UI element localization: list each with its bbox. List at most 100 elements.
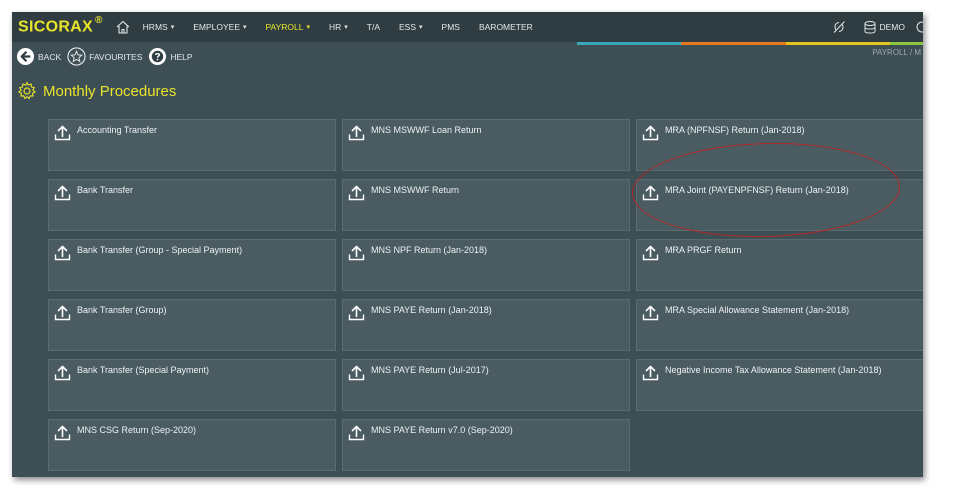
menu-label: ESS [399,22,417,32]
procedure-tile[interactable]: MNS PAYE Return v7.0 (Sep-2020) [342,419,630,471]
upload-icon [54,305,71,321]
procedure-tile[interactable]: Accounting Transfer [48,119,336,171]
menu-hrms[interactable]: HRMS ▾ [143,22,175,32]
procedure-label: Negative Income Tax Allowance Statement … [665,365,882,375]
upload-icon [54,185,71,201]
procedure-label: MNS CSG Return (Sep-2020) [77,425,197,435]
upload-icon [642,305,659,321]
power-icon[interactable] [915,20,923,34]
procedure-tile[interactable]: MRA Special Allowance Statement (Jan-201… [636,299,923,351]
back-arrow-icon [16,47,35,66]
procedure-tile[interactable]: MRA PRGF Return [636,239,923,291]
page-title: Monthly Procedures [17,81,176,101]
main-menu: HRMS ▾ EMPLOYEE ▾ PAYROLL ▾ HR ▾ T/A ESS ▾ PMS BAROM… [143,22,552,32]
upload-icon [642,365,659,381]
procedure-label: MNS PAYE Return (Jul-2017) [371,365,489,375]
caret-down-icon: ▾ [344,24,348,31]
help-label: HELP [170,51,193,62]
page-title-text: Monthly Procedures [43,82,177,100]
upload-icon [348,425,365,441]
menu-label: BAROMETER [478,22,533,32]
menu-ess[interactable]: ESS ▾ [399,22,423,32]
upload-icon [642,125,659,141]
procedure-tile[interactable]: MRA (NPFNSF) Return (Jan-2018) [636,119,923,171]
nav-right: DEMO [832,12,923,42]
procedure-tile[interactable]: MNS NPF Return (Jan-2018) [342,239,630,291]
upload-icon [348,245,365,261]
home-icon[interactable] [115,19,131,35]
procedure-label: MRA (NPFNSF) Return (Jan-2018) [665,125,805,135]
gear-icon [18,81,36,100]
menu-employee[interactable]: EMPLOYEE ▾ [193,22,246,32]
procedure-label: Bank Transfer (Group) [77,305,167,315]
caret-down-icon: ▾ [306,24,310,31]
menu-barometer[interactable]: BAROMETER [479,22,533,32]
upload-icon [54,425,71,441]
database-icon [864,20,875,33]
menu-label: T/A [366,22,381,32]
procedure-label: Accounting Transfer [77,125,158,135]
procedure-label: MRA PRGF Return [665,245,742,255]
menu-payroll[interactable]: PAYROLL ▾ [266,22,310,32]
accent-bar-yellow [786,42,890,45]
procedure-tile[interactable]: MNS MSWWF Loan Return [342,119,630,171]
menu-t-a[interactable]: T/A [367,22,380,32]
procedure-tile[interactable]: Bank Transfer (Group) [48,299,336,351]
menu-label: HRMS [142,22,168,32]
menu-pms[interactable]: PMS [442,22,460,32]
caret-down-icon: ▾ [170,24,175,31]
caret-down-icon: ▾ [243,24,247,31]
procedure-tile[interactable]: Bank Transfer [48,179,336,231]
procedure-label: MNS MSWWF Loan Return [371,125,482,135]
brand-logo[interactable]: SICORAX ® [18,15,103,36]
procedure-label: Bank Transfer (Group - Special Payment) [77,245,243,255]
caret-down-icon: ▾ [419,24,423,31]
upload-icon [54,125,71,141]
procedure-tile[interactable]: MNS PAYE Return (Jan-2018) [342,299,630,351]
upload-icon [642,245,659,261]
procedure-tile[interactable]: MNS CSG Return (Sep-2020) [48,419,336,471]
procedure-label: MNS MSWWF Return [371,185,460,195]
upload-icon [54,365,71,381]
upload-icon [348,365,365,381]
upload-icon [54,245,71,261]
procedure-label: MRA Special Allowance Statement (Jan-201… [665,305,850,315]
upload-icon [348,305,365,321]
breadcrumb[interactable]: PAYROLL / M [872,48,921,57]
procedure-label: Bank Transfer (Special Payment) [77,365,210,375]
app-window: SICORAX ® HRMS ▾ EMPLOYEE ▾ PAYROLL ▾ HR ▾ T/A ESS… [12,12,923,477]
accent-bar-green [890,42,923,45]
menu-label: PMS [441,22,460,32]
star-icon [67,47,86,66]
upload-icon [348,125,365,141]
procedure-tile[interactable]: MRA Joint (PAYENPFNSF) Return (Jan-2018) [636,179,923,231]
procedure-tile[interactable]: MNS PAYE Return (Jul-2017) [342,359,630,411]
help-button[interactable]: HELP [148,47,193,66]
favourites-button[interactable]: FAVOURITES [67,47,142,66]
back-button[interactable]: BACK [16,47,61,66]
menu-label: HR [328,22,342,32]
procedure-tile[interactable]: Bank Transfer (Special Payment) [48,359,336,411]
procedure-tile[interactable]: Negative Income Tax Allowance Statement … [636,359,923,411]
sync-off-icon[interactable] [832,20,846,34]
procedure-tile[interactable]: MNS MSWWF Return [342,179,630,231]
toolbar: BACK FAVOURITES HELP [16,47,199,66]
menu-label: EMPLOYEE [193,22,240,32]
menu-label: PAYROLL [265,22,304,32]
accent-bar-teal [577,42,681,45]
help-icon [149,47,167,66]
upload-icon [642,185,659,201]
top-navbar: SICORAX ® HRMS ▾ EMPLOYEE ▾ PAYROLL ▾ HR ▾ T/A ESS… [12,12,923,42]
favourites-label: FAVOURITES [89,51,143,62]
procedure-tile[interactable]: Bank Transfer (Group - Special Payment) [48,239,336,291]
menu-hr[interactable]: HR ▾ [329,22,348,32]
procedure-label: MNS PAYE Return v7.0 (Sep-2020) [371,425,513,435]
accent-bar-orange [681,42,786,45]
back-label: BACK [38,51,62,62]
procedure-label: MNS NPF Return (Jan-2018) [371,245,488,255]
procedure-label: MNS PAYE Return (Jan-2018) [371,305,492,315]
upload-icon [348,185,365,201]
user-label[interactable]: DEMO [880,22,906,32]
procedure-label: MRA Joint (PAYENPFNSF) Return (Jan-2018) [665,185,849,195]
procedure-label: Bank Transfer [77,185,134,195]
